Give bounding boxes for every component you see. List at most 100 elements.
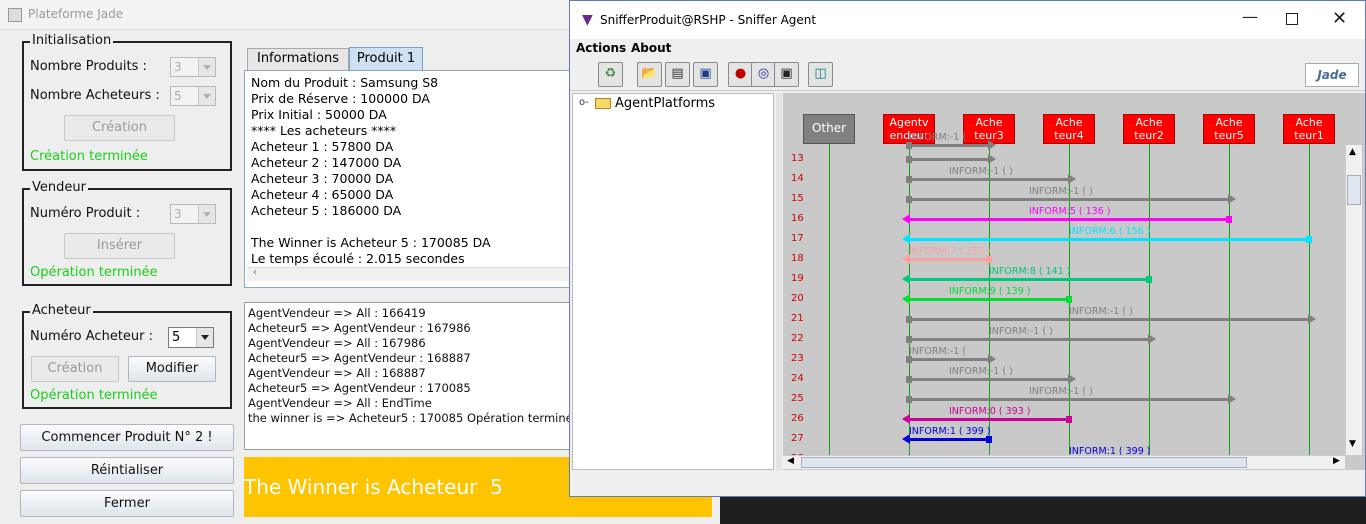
message-log: AgentVendeur => All : 166419 Acheteur5 =>… [244, 302, 580, 450]
message-arrow[interactable] [906, 374, 1076, 384]
message-arrow[interactable] [902, 234, 1312, 244]
message-label: INFORM:5 ( 136 ) [1029, 206, 1111, 217]
sequence-area: Other Agentv endeur Ache teur3 Ache teur4 Ache t… [783, 93, 1343, 455]
inserer-button[interactable]: Insérer [64, 233, 175, 259]
log-line: AgentVendeur => All : 168887 [248, 366, 426, 380]
message-label: INFORM:-1 ( ) [1029, 186, 1093, 197]
message-label: INFORM:-1 ( ) [1029, 386, 1093, 397]
commencer-produit-button[interactable]: Commencer Produit N° 2 ! [20, 424, 234, 451]
horizontal-scrollbar[interactable]: ‹ [247, 267, 571, 281]
arrow-tail [906, 142, 912, 149]
vertical-scrollbar[interactable]: ▲ ▼ [1345, 145, 1362, 455]
exit-icon[interactable]: ◫ [808, 62, 833, 87]
tree-expand-icon[interactable]: o- [579, 97, 589, 108]
numero-acheteur-label: Numéro Acheteur : [30, 329, 154, 344]
log-line: the winner is => Acheteur5 : 170085 Opér… [248, 411, 580, 425]
message-label: INFORM:-1 ( ) [989, 326, 1053, 337]
nb-acheteurs-label: Nombre Acheteurs : [30, 88, 160, 103]
message-arrow[interactable] [902, 434, 992, 444]
chevron-down-icon [198, 87, 215, 105]
acheteur-creation-button[interactable]: Création [31, 356, 119, 382]
modifier-button[interactable]: Modifier [128, 356, 216, 382]
info-line: Acheteur 2 : 147000 DA [251, 155, 402, 170]
agent-box-other[interactable]: Other [803, 114, 855, 144]
log-line: Acheteur5 => AgentVendeur : 168887 [248, 351, 471, 365]
numero-acheteur-combo[interactable]: 5 [168, 327, 214, 348]
nb-produits-combo[interactable]: 3 [170, 57, 216, 77]
agent-box-acheteur5[interactable]: Ache teur5 [1203, 114, 1255, 144]
scroll-down-icon[interactable]: ▼ [1349, 439, 1356, 449]
arrow-tail [906, 176, 912, 183]
numero-produit-combo[interactable]: 3 [170, 204, 216, 224]
canvas-horizontal-scrollbar[interactable]: ◀ ▶ [783, 455, 1345, 469]
arrow-tail [906, 196, 912, 203]
record-icon[interactable]: ● [728, 62, 753, 87]
nb-acheteurs-combo[interactable]: 5 [170, 86, 216, 106]
message-arrow[interactable] [906, 194, 1236, 204]
open-file-icon[interactable]: 📂 [637, 62, 662, 87]
close-button[interactable]: ✕ [1332, 8, 1347, 29]
message-label: INFORM:8 ( 141 ) [989, 266, 1071, 277]
scroll-left-icon[interactable]: ‹ [253, 267, 257, 278]
agent-box-acheteur4[interactable]: Ache teur4 [1043, 114, 1095, 144]
message-arrow[interactable] [906, 140, 996, 150]
jade-window-title: Plateforme Jade [28, 7, 124, 21]
nb-produits-label: Nombre Produits : [30, 59, 147, 74]
row-number: 19 [791, 273, 804, 284]
scroll-up-icon[interactable]: ▲ [1349, 147, 1356, 157]
message-arrow[interactable] [906, 394, 1236, 404]
message-arrow[interactable] [902, 214, 1232, 224]
message-label: INFORM:-1 ( ) [949, 366, 1013, 377]
chevron-down-icon [198, 205, 215, 223]
arrow-tail [986, 256, 992, 263]
agent-box-line1: Ache [1215, 116, 1243, 129]
maximize-button[interactable] [1286, 13, 1298, 25]
message-arrow[interactable] [902, 274, 1152, 284]
splitter[interactable] [776, 93, 782, 470]
clear-canvas-icon[interactable]: ♻ [598, 62, 623, 87]
scroll-thumb[interactable] [1347, 175, 1361, 205]
arrow-tail [1306, 236, 1312, 243]
sniff-icon[interactable]: ◎ [751, 62, 776, 87]
arrow-tail [1146, 276, 1152, 283]
message-arrow[interactable] [906, 174, 1076, 184]
save-icon[interactable]: ▣ [693, 62, 718, 87]
info-line: Acheteur 1 : 57800 DA [251, 139, 394, 154]
message-arrow[interactable] [906, 354, 996, 364]
fermer-button[interactable]: Fermer [20, 490, 234, 517]
agent-box-line1: Ache [1055, 116, 1083, 129]
filter-icon[interactable]: ▣ [774, 62, 799, 87]
nb-acheteurs-value: 5 [174, 89, 182, 103]
agent-box-line2: teur4 [1054, 129, 1084, 142]
save-as-icon[interactable]: ▤ [665, 62, 690, 87]
info-text: Nom du Produit : Samsung S8 Prix de Réser… [251, 75, 491, 267]
log-line: AgentVendeur => All : 166419 [248, 306, 426, 320]
message-arrow[interactable] [902, 254, 992, 264]
message-arrow[interactable] [906, 334, 1156, 344]
message-arrow[interactable] [906, 314, 1316, 324]
menu-about[interactable]: About [631, 41, 671, 55]
agent-box-acheteur1[interactable]: Ache teur1 [1283, 114, 1335, 144]
acheteur-status: Opération terminée [30, 388, 158, 403]
message-arrow[interactable] [902, 294, 1072, 304]
arrow-head-icon [1148, 334, 1156, 344]
init-status: Création terminée [30, 149, 148, 164]
minimize-button[interactable]: — [1242, 7, 1258, 26]
tab-informations[interactable]: Informations [247, 48, 349, 70]
message-arrow[interactable] [906, 154, 996, 164]
scroll-right-icon[interactable]: ▶ [1333, 456, 1340, 466]
scroll-thumb-h[interactable] [801, 457, 1247, 468]
tree-root-label[interactable]: AgentPlatforms [615, 96, 715, 111]
arrow-head-icon [988, 354, 996, 364]
menu-bar: Actions About [570, 39, 1365, 59]
reinitialiser-button[interactable]: Réintialiser [20, 457, 234, 484]
arrow-head-icon [1068, 174, 1076, 184]
tab-produit-1[interactable]: Produit 1 [349, 47, 423, 71]
message-arrow[interactable] [902, 414, 1072, 424]
creation-button[interactable]: Création [64, 115, 175, 141]
agent-box-line1: Ache [975, 116, 1003, 129]
scroll-left-icon[interactable]: ◀ [787, 456, 794, 466]
menu-actions[interactable]: Actions [576, 41, 626, 55]
row-number: 26 [791, 413, 804, 424]
agent-box-acheteur2[interactable]: Ache teur2 [1123, 114, 1175, 144]
